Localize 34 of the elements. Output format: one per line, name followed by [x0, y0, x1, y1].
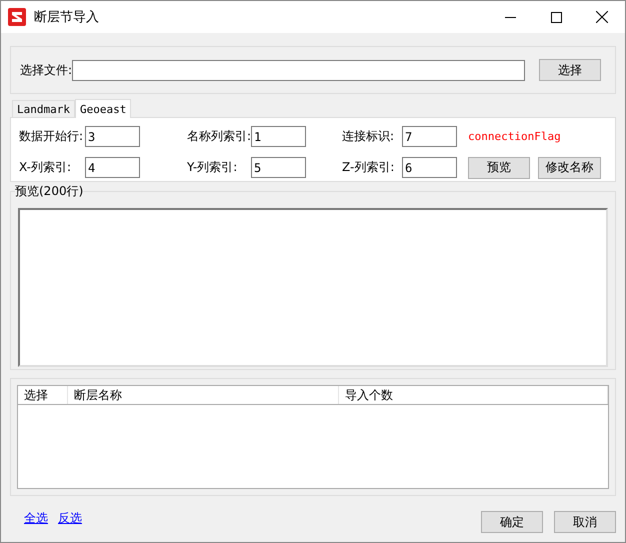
input-field[interactable]: 4 [85, 157, 140, 178]
column-header[interactable]: 选择 [18, 386, 68, 404]
field-label: Z-列索引: [342, 159, 396, 176]
input-field[interactable]: 6 [402, 157, 457, 178]
input-field[interactable]: 1 [251, 126, 306, 148]
field-label: 数据开始行: [19, 128, 84, 146]
column-header[interactable]: 断层名称 [68, 386, 339, 404]
preview-button[interactable]: 预览 [468, 156, 530, 179]
field-label: Y-列索引: [187, 159, 238, 176]
fault-list[interactable]: 选择 断层名称 导入个数 [17, 385, 609, 489]
input-field[interactable]: 7 [402, 126, 457, 148]
tab[interactable]: Landmark [12, 100, 75, 117]
app-logo-icon [8, 8, 26, 26]
choose-button[interactable]: 选择 [539, 59, 601, 81]
field-label: X-列索引: [19, 159, 72, 176]
file-path-field[interactable] [72, 60, 526, 80]
select-all-link[interactable]: 全选 [24, 510, 48, 526]
rename-button[interactable]: 修改名称 [538, 156, 601, 179]
maximize-icon [550, 12, 562, 22]
invert-selection-link[interactable]: 反选 [58, 510, 82, 526]
ok-button[interactable]: 确定 [481, 511, 543, 533]
close-icon [596, 11, 608, 23]
minimize-icon [504, 16, 516, 18]
cancel-button[interactable]: 取消 [554, 511, 616, 533]
column-header[interactable]: 导入个数 [338, 386, 608, 404]
field-label: 连接标识: [342, 128, 396, 146]
tab[interactable]: Geoeast [74, 99, 132, 118]
input-field[interactable]: 3 [85, 126, 140, 148]
field-label: 名称列索引: [187, 128, 251, 146]
field-label: 选择文件: [20, 62, 72, 78]
group-title: 预览(200行) [15, 183, 84, 200]
input-field[interactable]: 5 [251, 157, 306, 178]
hint-text: connectionFlag [467, 130, 562, 144]
window-title: 断层节导入 [34, 9, 100, 26]
